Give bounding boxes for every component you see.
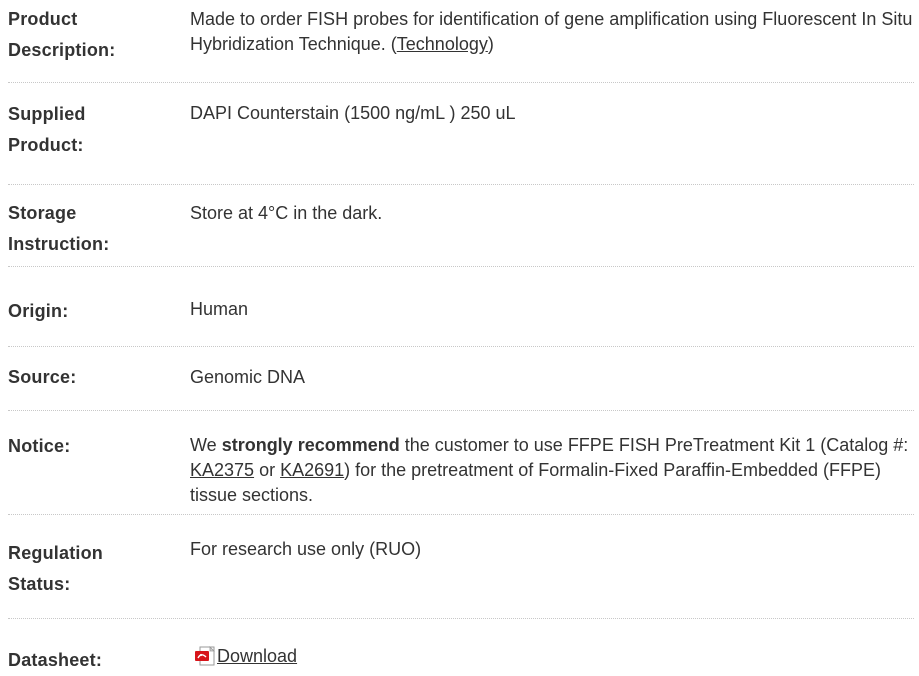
- label-origin: Origin:: [8, 301, 69, 321]
- label-line: Product: [8, 9, 78, 29]
- label-datasheet: Datasheet:: [8, 650, 103, 670]
- label-line: Status:: [8, 574, 71, 594]
- value-origin: Human: [190, 299, 249, 319]
- row-product-description: Product Description: Made to order FISH …: [8, 4, 914, 83]
- label-source: Source:: [8, 367, 77, 387]
- catalog-link-ka2375[interactable]: KA2375: [190, 460, 254, 480]
- value-storage-instruction: Store at 4°C in the dark.: [190, 203, 383, 223]
- notice-text: the customer to use FFPE FISH PreTreatme…: [399, 435, 909, 455]
- label-regulation-status: Regulation Status:: [8, 538, 183, 600]
- value-product-description: Made to order FISH probes for identifica…: [190, 7, 914, 57]
- value-source: Genomic DNA: [190, 367, 306, 387]
- row-source: Source: Genomic DNA: [8, 362, 914, 411]
- row-origin: Origin: Human: [8, 296, 914, 347]
- label-supplied-product: Supplied Product:: [8, 99, 183, 161]
- value-datasheet: Download: [194, 641, 918, 672]
- download-label: Download: [217, 646, 298, 666]
- notice-text: We: [190, 435, 222, 455]
- value-regulation-status: For research use only (RUO): [190, 539, 422, 559]
- description-tail: ): [487, 34, 494, 54]
- value-notice: We strongly recommend the customer to us…: [190, 433, 914, 508]
- description-text: Made to order FISH probes for identifica…: [190, 9, 913, 54]
- label-line: Storage: [8, 203, 77, 223]
- label-storage-instruction: Storage Instruction:: [8, 198, 183, 260]
- datasheet-download-link[interactable]: Download: [194, 646, 297, 666]
- label-line: Regulation: [8, 543, 103, 563]
- product-spec-table: Product Description: Made to order FISH …: [0, 0, 919, 675]
- label-product-description: Product Description:: [8, 4, 183, 66]
- row-regulation-status: Regulation Status: For research use only…: [8, 538, 914, 619]
- technology-link[interactable]: Technology: [397, 34, 488, 54]
- row-supplied-product: Supplied Product: DAPI Counterstain (150…: [8, 98, 914, 185]
- pdf-icon: [195, 646, 215, 666]
- notice-emphasis: strongly recommend: [221, 435, 400, 455]
- row-notice: Notice: We strongly recommend the custom…: [8, 427, 914, 515]
- notice-text: or: [254, 460, 281, 480]
- value-supplied-product: DAPI Counterstain (1500 ng/mL ) 250 uL: [190, 103, 516, 123]
- label-line: Supplied: [8, 104, 86, 124]
- row-storage-instruction: Storage Instruction: Store at 4°C in the…: [8, 198, 914, 267]
- label-line: Product:: [8, 135, 84, 155]
- row-datasheet: Datasheet: Download: [8, 641, 914, 675]
- catalog-link-ka2691[interactable]: KA2691: [280, 460, 344, 480]
- label-line: Description:: [8, 40, 116, 60]
- label-notice: Notice:: [8, 436, 71, 456]
- label-line: Instruction:: [8, 234, 110, 254]
